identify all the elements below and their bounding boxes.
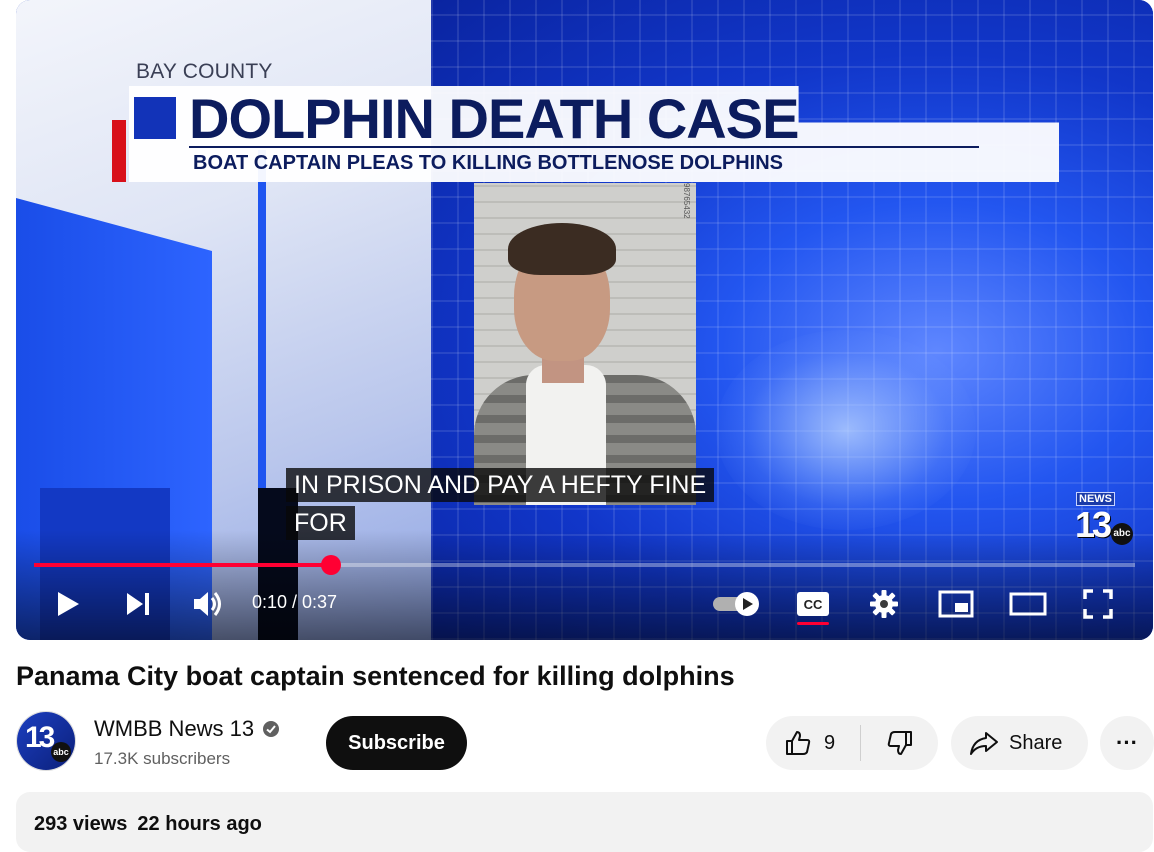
miniplayer-button[interactable] — [936, 584, 976, 624]
like-count: 9 — [824, 731, 836, 754]
play-button[interactable] — [50, 584, 86, 624]
dislike-button[interactable] — [861, 716, 938, 770]
view-count: 293 views — [34, 813, 128, 835]
share-label: Share — [1009, 731, 1063, 754]
upload-date: 22 hours ago — [137, 813, 262, 835]
thumbs-up-icon — [786, 731, 811, 755]
volume-button[interactable] — [190, 584, 226, 624]
progress-bar[interactable] — [34, 555, 1135, 575]
graphic-subheadline: BOAT CAPTAIN PLEAS TO KILLING BOTTLENOSE… — [193, 152, 784, 174]
play-icon — [58, 592, 79, 616]
cc-label: CC — [804, 597, 823, 612]
theater-button[interactable] — [1006, 584, 1050, 624]
progress-played — [34, 563, 332, 567]
subscriber-count: 17.3K subscribers — [94, 749, 231, 768]
caption-line-1: IN PRISON AND PAY A HEFTY FINE — [286, 468, 715, 502]
miniplayer-icon — [938, 590, 974, 618]
time-display: 0:10 / 0:37 — [252, 592, 338, 612]
graphic-square — [134, 97, 176, 139]
cc-button[interactable]: CC — [795, 584, 831, 624]
thumbs-down-icon — [887, 731, 912, 755]
share-arrow-icon — [970, 732, 998, 755]
fullscreen-icon — [1083, 589, 1113, 619]
share-button[interactable]: Share — [951, 716, 1088, 770]
settings-button[interactable] — [866, 584, 902, 624]
avatar-number: 13 — [25, 721, 55, 754]
subscribe-button[interactable]: Subscribe — [326, 716, 467, 770]
channel-avatar[interactable]: 13 abc — [16, 711, 76, 771]
verified-badge-icon — [263, 721, 280, 737]
description-meta: 293 views 22 hours ago — [34, 813, 262, 836]
settings-icon — [870, 590, 898, 618]
volume-icon — [194, 592, 221, 616]
controls-gradient — [16, 530, 1153, 640]
graphic-county: BAY COUNTY — [136, 60, 273, 83]
channel-name-row[interactable]: WMBB News 13 — [94, 716, 280, 742]
theater-icon — [1009, 592, 1047, 616]
next-button[interactable] — [120, 584, 156, 624]
video-player[interactable]: BAY COUNTY DOLPHIN DEATH CASE BOAT CAPTA… — [16, 0, 1153, 640]
autoplay-toggle[interactable] — [710, 584, 764, 624]
video-bg-glow — [716, 330, 976, 530]
cc-icon: CC — [797, 592, 829, 616]
more-dots-icon: ··· — [1116, 730, 1138, 755]
avatar-network: abc — [51, 742, 71, 762]
like-button[interactable]: 9 — [766, 716, 860, 770]
graphic-headline: DOLPHIN DEATH CASE — [189, 87, 799, 150]
mugshot-hair — [508, 223, 616, 275]
autoplay-toggle-icon — [713, 592, 759, 616]
cc-active-indicator — [797, 622, 829, 625]
video-title: Panama City boat captain sentenced for k… — [16, 661, 735, 691]
next-icon — [127, 593, 149, 615]
mugshot-photo: 98765432 — [474, 183, 696, 505]
fullscreen-button[interactable] — [1080, 584, 1116, 624]
mugshot-height-ruler: 98765432 — [682, 183, 691, 219]
like-dislike-group: 9 — [766, 716, 938, 770]
channel-name[interactable]: WMBB News 13 — [94, 716, 254, 742]
more-actions-button[interactable]: ··· — [1100, 716, 1154, 770]
graphic-red-bar — [112, 120, 126, 182]
graphic-rule — [189, 146, 979, 148]
